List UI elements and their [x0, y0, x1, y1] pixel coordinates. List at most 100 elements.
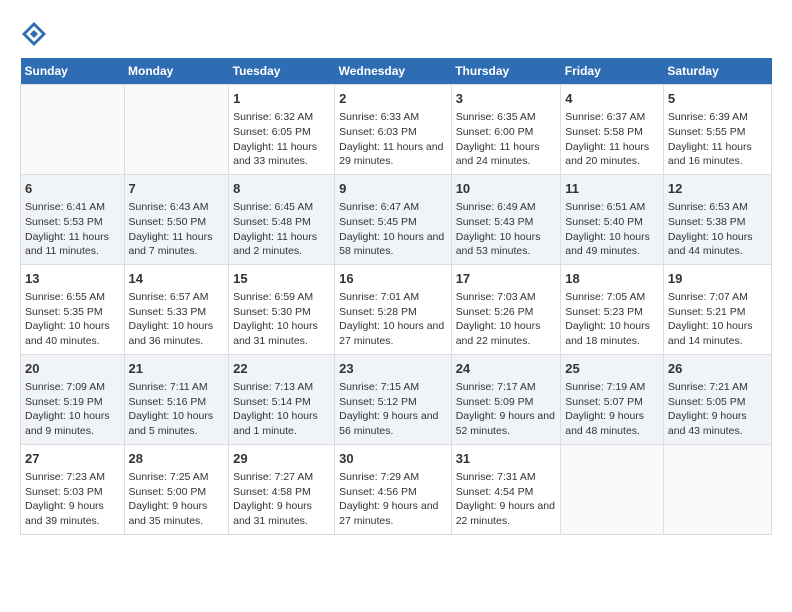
day-number: 16 — [339, 270, 447, 288]
calendar-cell: 27 Sunrise: 7:23 AM Sunset: 5:03 PM Dayli… — [21, 444, 125, 534]
calendar-week-row: 1 Sunrise: 6:32 AM Sunset: 6:05 PM Daylig… — [21, 85, 772, 175]
day-info: Sunrise: 7:05 AM Sunset: 5:23 PM Dayligh… — [565, 290, 659, 349]
day-info: Sunrise: 7:01 AM Sunset: 5:28 PM Dayligh… — [339, 290, 447, 349]
page-header — [20, 20, 772, 48]
calendar-cell — [21, 85, 125, 175]
calendar-cell: 20Sunrise: 7:09 AM Sunset: 5:19 PM Dayli… — [21, 354, 125, 444]
weekday-header: Friday — [561, 58, 664, 85]
day-number: 28 — [129, 450, 225, 468]
calendar-cell: 10 Sunrise: 6:49 AM Sunset: 5:43 PM Dayli… — [451, 174, 561, 264]
day-number: 1 — [233, 90, 330, 108]
day-info: Sunrise: 7:23 AM Sunset: 5:03 PM Dayligh… — [25, 470, 120, 529]
calendar-cell: 23Sunrise: 7:15 AM Sunset: 5:12 PM Dayli… — [335, 354, 452, 444]
day-number: 13 — [25, 270, 120, 288]
day-info: Sunrise: 6:45 AM Sunset: 5:48 PM Dayligh… — [233, 200, 330, 259]
calendar-week-row: 20Sunrise: 7:09 AM Sunset: 5:19 PM Dayli… — [21, 354, 772, 444]
day-info: Sunrise: 7:21 AM Sunset: 5:05 PM Dayligh… — [668, 380, 767, 439]
weekday-header: Monday — [124, 58, 229, 85]
day-number: 29 — [233, 450, 330, 468]
day-number: 3 — [456, 90, 557, 108]
calendar-week-row: 6Sunrise: 6:41 AM Sunset: 5:53 PM Daylig… — [21, 174, 772, 264]
day-info: Sunrise: 6:41 AM Sunset: 5:53 PM Dayligh… — [25, 200, 120, 259]
day-info: Sunrise: 6:59 AM Sunset: 5:30 PM Dayligh… — [233, 290, 330, 349]
calendar-table: SundayMondayTuesdayWednesdayThursdayFrid… — [20, 58, 772, 535]
day-number: 7 — [129, 180, 225, 198]
calendar-cell: 4 Sunrise: 6:37 AM Sunset: 5:58 PM Daylig… — [561, 85, 664, 175]
day-number: 11 — [565, 180, 659, 198]
calendar-cell: 17Sunrise: 7:03 AM Sunset: 5:26 PM Dayli… — [451, 264, 561, 354]
day-info: Sunrise: 7:27 AM Sunset: 4:58 PM Dayligh… — [233, 470, 330, 529]
day-info: Sunrise: 7:03 AM Sunset: 5:26 PM Dayligh… — [456, 290, 557, 349]
day-info: Sunrise: 6:51 AM Sunset: 5:40 PM Dayligh… — [565, 200, 659, 259]
day-info: Sunrise: 6:43 AM Sunset: 5:50 PM Dayligh… — [129, 200, 225, 259]
calendar-cell: 5Sunrise: 6:39 AM Sunset: 5:55 PM Daylig… — [663, 85, 771, 175]
calendar-cell: 24Sunrise: 7:17 AM Sunset: 5:09 PM Dayli… — [451, 354, 561, 444]
calendar-cell: 16 Sunrise: 7:01 AM Sunset: 5:28 PM Dayli… — [335, 264, 452, 354]
calendar-header: SundayMondayTuesdayWednesdayThursdayFrid… — [21, 58, 772, 85]
day-info: Sunrise: 7:07 AM Sunset: 5:21 PM Dayligh… — [668, 290, 767, 349]
calendar-cell: 30 Sunrise: 7:29 AM Sunset: 4:56 PM Dayli… — [335, 444, 452, 534]
day-info: Sunrise: 6:35 AM Sunset: 6:00 PM Dayligh… — [456, 110, 557, 169]
logo — [20, 20, 52, 48]
day-number: 27 — [25, 450, 120, 468]
day-number: 12 — [668, 180, 767, 198]
calendar-cell: 25Sunrise: 7:19 AM Sunset: 5:07 PM Dayli… — [561, 354, 664, 444]
calendar-cell: 31Sunrise: 7:31 AM Sunset: 4:54 PM Dayli… — [451, 444, 561, 534]
day-number: 30 — [339, 450, 447, 468]
calendar-cell: 3 Sunrise: 6:35 AM Sunset: 6:00 PM Daylig… — [451, 85, 561, 175]
day-number: 2 — [339, 90, 447, 108]
day-number: 14 — [129, 270, 225, 288]
calendar-cell: 2 Sunrise: 6:33 AM Sunset: 6:03 PM Daylig… — [335, 85, 452, 175]
day-number: 9 — [339, 180, 447, 198]
calendar-cell: 18 Sunrise: 7:05 AM Sunset: 5:23 PM Dayli… — [561, 264, 664, 354]
day-number: 18 — [565, 270, 659, 288]
calendar-cell: 7 Sunrise: 6:43 AM Sunset: 5:50 PM Daylig… — [124, 174, 229, 264]
calendar-cell: 28Sunrise: 7:25 AM Sunset: 5:00 PM Dayli… — [124, 444, 229, 534]
day-number: 10 — [456, 180, 557, 198]
calendar-cell — [124, 85, 229, 175]
day-info: Sunrise: 6:57 AM Sunset: 5:33 PM Dayligh… — [129, 290, 225, 349]
day-number: 22 — [233, 360, 330, 378]
day-number: 19 — [668, 270, 767, 288]
day-info: Sunrise: 7:29 AM Sunset: 4:56 PM Dayligh… — [339, 470, 447, 529]
day-number: 4 — [565, 90, 659, 108]
day-info: Sunrise: 7:13 AM Sunset: 5:14 PM Dayligh… — [233, 380, 330, 439]
calendar-cell: 22 Sunrise: 7:13 AM Sunset: 5:14 PM Dayli… — [229, 354, 335, 444]
day-number: 15 — [233, 270, 330, 288]
day-number: 5 — [668, 90, 767, 108]
calendar-week-row: 27 Sunrise: 7:23 AM Sunset: 5:03 PM Dayli… — [21, 444, 772, 534]
day-info: Sunrise: 7:19 AM Sunset: 5:07 PM Dayligh… — [565, 380, 659, 439]
day-number: 31 — [456, 450, 557, 468]
day-info: Sunrise: 7:11 AM Sunset: 5:16 PM Dayligh… — [129, 380, 225, 439]
logo-icon — [20, 20, 48, 48]
calendar-cell: 6Sunrise: 6:41 AM Sunset: 5:53 PM Daylig… — [21, 174, 125, 264]
day-info: Sunrise: 6:55 AM Sunset: 5:35 PM Dayligh… — [25, 290, 120, 349]
calendar-cell: 9 Sunrise: 6:47 AM Sunset: 5:45 PM Daylig… — [335, 174, 452, 264]
weekday-header: Sunday — [21, 58, 125, 85]
calendar-week-row: 13 Sunrise: 6:55 AM Sunset: 5:35 PM Dayli… — [21, 264, 772, 354]
day-number: 8 — [233, 180, 330, 198]
calendar-cell — [561, 444, 664, 534]
calendar-cell: 11 Sunrise: 6:51 AM Sunset: 5:40 PM Dayli… — [561, 174, 664, 264]
day-number: 24 — [456, 360, 557, 378]
day-info: Sunrise: 6:53 AM Sunset: 5:38 PM Dayligh… — [668, 200, 767, 259]
calendar-cell: 26 Sunrise: 7:21 AM Sunset: 5:05 PM Dayli… — [663, 354, 771, 444]
day-info: Sunrise: 7:09 AM Sunset: 5:19 PM Dayligh… — [25, 380, 120, 439]
calendar-cell: 14 Sunrise: 6:57 AM Sunset: 5:33 PM Dayli… — [124, 264, 229, 354]
weekday-header: Wednesday — [335, 58, 452, 85]
weekday-header: Thursday — [451, 58, 561, 85]
day-info: Sunrise: 6:37 AM Sunset: 5:58 PM Dayligh… — [565, 110, 659, 169]
calendar-cell: 19 Sunrise: 7:07 AM Sunset: 5:21 PM Dayli… — [663, 264, 771, 354]
day-info: Sunrise: 6:32 AM Sunset: 6:05 PM Dayligh… — [233, 110, 330, 169]
day-number: 26 — [668, 360, 767, 378]
calendar-cell: 12 Sunrise: 6:53 AM Sunset: 5:38 PM Dayli… — [663, 174, 771, 264]
calendar-cell — [663, 444, 771, 534]
day-info: Sunrise: 6:47 AM Sunset: 5:45 PM Dayligh… — [339, 200, 447, 259]
calendar-cell: 13 Sunrise: 6:55 AM Sunset: 5:35 PM Dayli… — [21, 264, 125, 354]
calendar-cell: 21Sunrise: 7:11 AM Sunset: 5:16 PM Dayli… — [124, 354, 229, 444]
weekday-header: Saturday — [663, 58, 771, 85]
day-number: 23 — [339, 360, 447, 378]
day-info: Sunrise: 6:33 AM Sunset: 6:03 PM Dayligh… — [339, 110, 447, 169]
calendar-cell: 8 Sunrise: 6:45 AM Sunset: 5:48 PM Daylig… — [229, 174, 335, 264]
day-info: Sunrise: 6:49 AM Sunset: 5:43 PM Dayligh… — [456, 200, 557, 259]
